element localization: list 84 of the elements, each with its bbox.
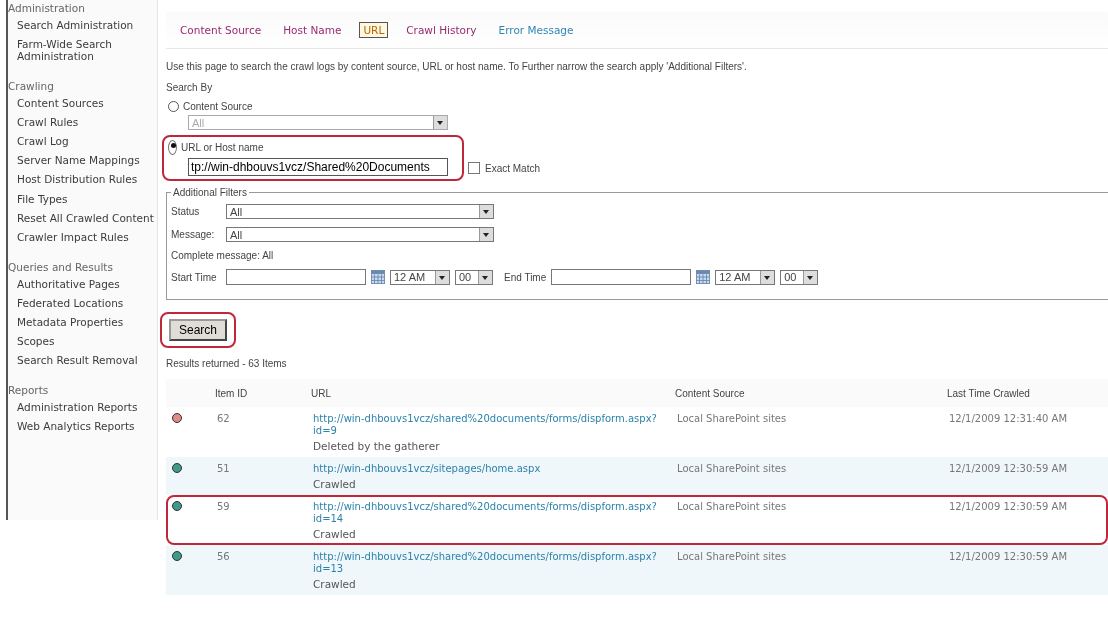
sidebar-heading: Reports (8, 384, 50, 396)
sidebar-link[interactable]: Crawl Log (8, 132, 157, 152)
tab[interactable]: Content Source (176, 22, 266, 38)
crawl-message: Crawled (313, 478, 357, 490)
complete-message-text: Complete message: All (171, 250, 274, 261)
crawl-time-cell-text: 12/1/2009 12:31:40 AM (949, 413, 1068, 426)
sidebar-link[interactable]: Server Name Mappings (8, 151, 157, 171)
message-dropdown[interactable]: All (226, 227, 494, 242)
minute-dropdown[interactable]: 00 (780, 269, 819, 285)
sidebar-link[interactable]: Administration Reports (8, 398, 157, 418)
sidebar-link[interactable]: Content Sources (8, 94, 157, 114)
status-label: Status (171, 206, 201, 217)
status-dropdown[interactable]: All (226, 204, 494, 219)
content-source-cell-text: Local SharePoint sites (677, 551, 788, 564)
url-link[interactable]: http://win-dhbouvs1vcz/shared%20documents/forms/dispform.aspx?id=13 (313, 551, 677, 575)
radio-button[interactable] (168, 101, 179, 112)
date-input-field[interactable] (551, 269, 692, 285)
sidebar-link[interactable]: Federated Locations (8, 293, 157, 313)
caret-icon (478, 270, 492, 284)
caret-icon (479, 205, 493, 218)
sidebar-link[interactable]: Scopes (8, 331, 157, 351)
sidebar-link[interactable]: Reset All Crawled Content (8, 208, 157, 228)
caret-icon (760, 270, 775, 284)
time-label: Start Time (171, 271, 218, 283)
item-id: 59 (217, 501, 231, 514)
hour-dropdown[interactable]: 12 AM (390, 269, 450, 285)
sidebar-link[interactable]: File Types (8, 189, 157, 209)
sidebar-link[interactable]: Metadata Properties (8, 312, 157, 332)
item-id: 62 (217, 413, 231, 426)
checkbox[interactable] (468, 162, 480, 174)
search-button[interactable]: Search (169, 319, 228, 341)
tab[interactable]: Host Name (279, 22, 346, 38)
sidebar-link[interactable]: Crawl Rules (8, 113, 157, 133)
column-header: Content Source (675, 387, 746, 399)
calendar-icon[interactable] (371, 270, 385, 284)
item-id: 56 (217, 551, 231, 564)
sidebar-heading: Administration (8, 2, 86, 14)
caret-icon (435, 270, 449, 284)
sidebar-heading: Queries and Results (8, 260, 114, 273)
message-label: Message: (171, 229, 216, 240)
results-count: Results returned - 63 Items (166, 358, 288, 369)
url-link[interactable]: http://win-dhbouvs1vcz/shared%20documents/forms/dispform.aspx?id=9 (313, 413, 677, 437)
caret-icon (433, 116, 447, 129)
crawl-message: Deleted by the gatherer (313, 440, 441, 452)
filters-legend: Additional Filters (171, 187, 249, 198)
content-source-cell-text: Local SharePoint sites (677, 413, 788, 426)
intro-text: Use this page to search the crawl logs by content source, URL or host name. To Further narrow the search apply 'Additional Filters'. (166, 61, 748, 72)
crawl-time-cell-text: 12/1/2009 12:30:59 AM (949, 551, 1068, 564)
sidebar-link[interactable]: Web Analytics Reports (8, 417, 157, 437)
caret-icon (803, 270, 818, 284)
column-header: Item ID (215, 387, 249, 399)
caret-icon (479, 228, 493, 241)
url-link[interactable]: http://win-dhbouvs1vcz/sitepages/home.aspx (313, 463, 677, 475)
tab[interactable]: Error Message (494, 22, 578, 38)
crawl-message: Crawled (313, 528, 357, 540)
sidebar-heading: Crawling (8, 80, 55, 93)
time-label: End Time (504, 271, 547, 283)
url-link[interactable]: http://win-dhbouvs1vcz/shared%20documents/forms/dispform.aspx?id=14 (313, 501, 677, 525)
sidebar-link[interactable]: Farm-Wide Search Administration (8, 35, 157, 67)
column-header: URL (311, 387, 332, 399)
sidebar-link[interactable]: Crawler Impact Rules (8, 227, 157, 247)
radio-label: URL or Host name (181, 142, 264, 153)
radio-button[interactable] (168, 140, 177, 155)
tab[interactable]: URL (359, 22, 389, 38)
date-input-field[interactable] (226, 269, 366, 285)
sidebar-link[interactable]: Search Result Removal (8, 350, 157, 370)
checkbox-label: Exact Match (485, 162, 541, 174)
content-source-cell-text: Local SharePoint sites (677, 501, 788, 514)
sidebar-link[interactable]: Host Distribution Rules (8, 170, 157, 190)
sidebar-link[interactable]: Search Administration (8, 16, 157, 36)
minute-dropdown[interactable]: 00 (455, 269, 493, 285)
item-id: 51 (217, 463, 231, 476)
url-input-field[interactable]: tp://win-dhbouvs1vcz/Shared%20Documents (188, 158, 448, 176)
tab[interactable]: Crawl History (402, 22, 481, 38)
content-source-cell-text: Local SharePoint sites (677, 463, 788, 476)
crawl-time-cell-text: 12/1/2009 12:30:59 AM (949, 463, 1068, 476)
calendar-icon[interactable] (696, 270, 711, 284)
hour-dropdown[interactable]: 12 AM (715, 269, 776, 285)
search-by-label: Search By (166, 82, 214, 93)
sidebar-link[interactable]: Authoritative Pages (8, 274, 157, 294)
column-header: Last Time Crawled (947, 387, 1031, 399)
radio-label: Content Source (183, 101, 253, 112)
crawl-message: Crawled (313, 578, 357, 590)
crawl-time-cell-text: 12/1/2009 12:30:59 AM (949, 501, 1068, 514)
